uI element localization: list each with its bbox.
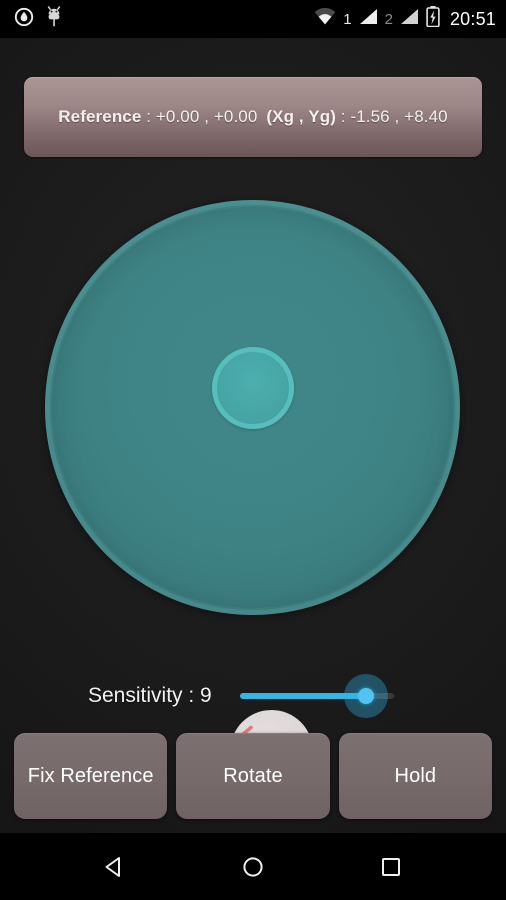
reference-colon: :: [141, 107, 156, 126]
sim1-signal-bars-icon: [359, 8, 378, 30]
home-nav-icon[interactable]: [225, 842, 281, 892]
action-button-row: Fix Reference Rotate Hold: [14, 733, 492, 819]
g-axes-label: (Xg , Yg): [266, 107, 336, 126]
slider-thumb[interactable]: [357, 688, 374, 704]
sim2-label: 2: [384, 10, 393, 28]
app-content: Reference : +0.00 , +0.00 (Xg , Yg) : -1.…: [0, 38, 506, 833]
sensitivity-row: Sensitivity : 9: [0, 666, 506, 726]
battery-charging-icon: [426, 6, 440, 32]
reference-readout-bar[interactable]: Reference : +0.00 , +0.00 (Xg , Yg) : -1.…: [24, 77, 482, 157]
g-value-y: +8.40: [404, 107, 448, 126]
wifi-icon: [314, 7, 336, 30]
g-value-x: -1.56: [350, 107, 390, 126]
reference-comma-1: ,: [199, 107, 214, 126]
reference-label: Reference: [58, 107, 142, 126]
sim2-signal-bars-icon: [400, 8, 419, 30]
phone-screen: 1 2 20:51 Reference: +0.00 , +0.00 (Xg …: [0, 0, 506, 900]
back-nav-icon[interactable]: [87, 842, 143, 892]
fix-reference-button[interactable]: Fix Reference: [14, 733, 168, 819]
status-bar: 1 2 20:51: [0, 0, 506, 38]
bubble-level-dial[interactable]: [45, 200, 460, 793]
android-nav-bar: [0, 833, 506, 900]
dial-target-circle: [211, 346, 294, 429]
gps-droplet-icon: [14, 7, 34, 32]
reference-value-y: +0.00: [213, 107, 258, 126]
sensitivity-slider[interactable]: [239, 674, 394, 718]
recents-nav-icon[interactable]: [363, 842, 419, 892]
status-bar-clock: 20:51: [449, 9, 496, 29]
sensitivity-label: Sensitivity : 9: [88, 684, 212, 707]
rotate-button[interactable]: Rotate: [176, 733, 330, 819]
sim1-label: 1: [343, 10, 352, 28]
reference-value-x: +0.00: [155, 107, 200, 126]
status-bar-left-icons: [14, 5, 64, 33]
android-bug-icon: [46, 5, 64, 33]
g-colon: :: [335, 107, 351, 126]
status-bar-right-icons: 1 2 20:51: [314, 6, 496, 32]
hold-button[interactable]: Hold: [338, 733, 492, 819]
reference-readout-text: Reference : +0.00 , +0.00 (Xg , Yg) : -1.…: [58, 107, 447, 127]
g-comma: ,: [389, 107, 405, 126]
